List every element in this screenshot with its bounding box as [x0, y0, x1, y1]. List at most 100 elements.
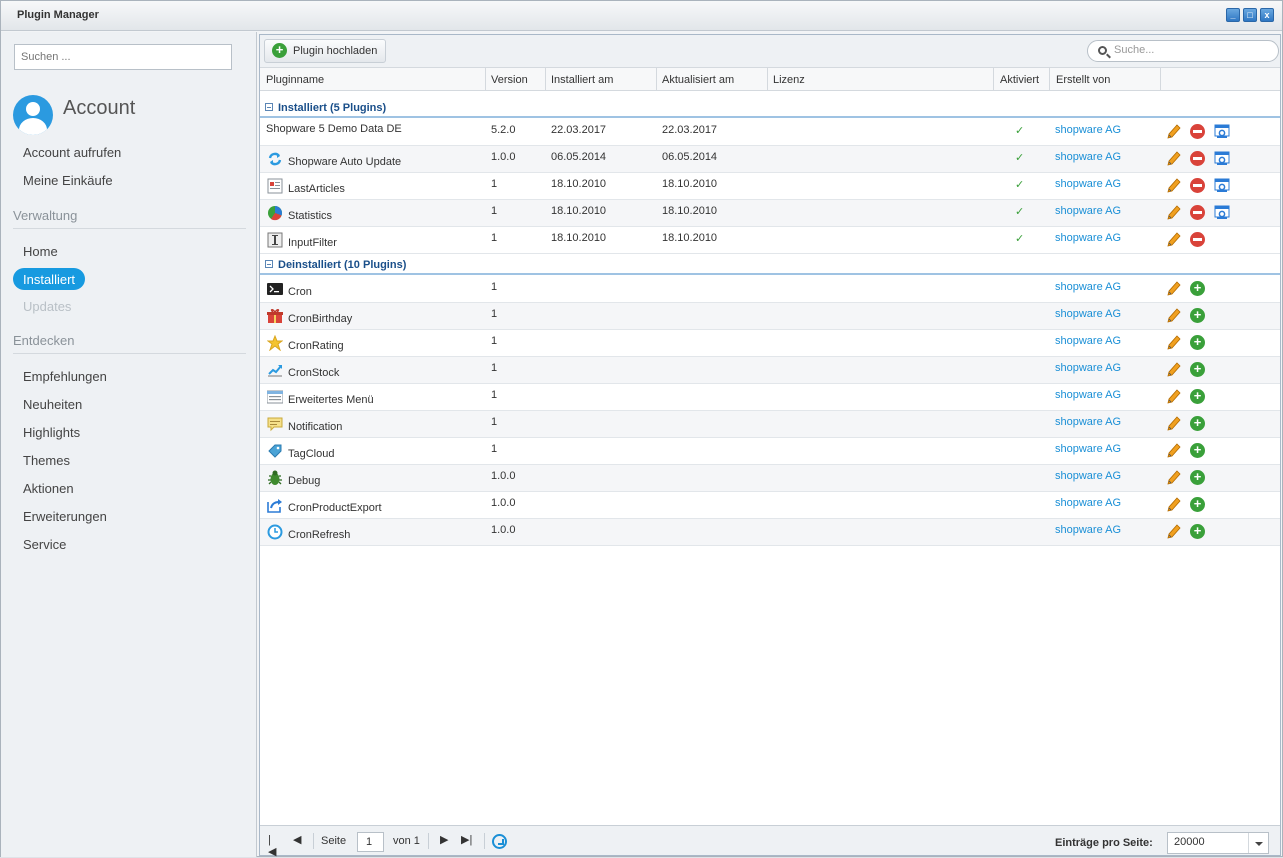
- close-button[interactable]: x: [1260, 8, 1274, 22]
- install-icon[interactable]: +: [1190, 335, 1205, 350]
- edit-pencil-icon[interactable]: [1167, 524, 1181, 540]
- install-icon[interactable]: +: [1190, 524, 1205, 539]
- table-row[interactable]: TagCloud 1 shopware AG +: [260, 438, 1280, 465]
- edit-pencil-icon[interactable]: [1167, 497, 1181, 513]
- edit-pencil-icon[interactable]: [1167, 281, 1181, 297]
- plugin-author-link[interactable]: shopware AG: [1055, 497, 1121, 509]
- install-icon[interactable]: +: [1190, 497, 1205, 512]
- sidebar-item-home[interactable]: Home: [23, 244, 58, 259]
- plugin-author-link[interactable]: shopware AG: [1055, 389, 1121, 401]
- edit-pencil-icon[interactable]: [1167, 232, 1181, 248]
- install-icon[interactable]: +: [1190, 470, 1205, 485]
- install-icon[interactable]: +: [1190, 389, 1205, 404]
- sidebar-item-service[interactable]: Service: [23, 537, 66, 552]
- table-row[interactable]: CronStock 1 shopware AG +: [260, 357, 1280, 384]
- edit-pencil-icon[interactable]: [1167, 443, 1181, 459]
- edit-pencil-icon[interactable]: [1167, 335, 1181, 351]
- reinstall-icon[interactable]: [1214, 150, 1230, 166]
- table-row[interactable]: CronProductExport 1.0.0 shopware AG +: [260, 492, 1280, 519]
- sidebar-item-neuheiten[interactable]: Neuheiten: [23, 397, 82, 412]
- edit-pencil-icon[interactable]: [1167, 308, 1181, 324]
- sidebar-item-highlights[interactable]: Highlights: [23, 425, 80, 440]
- edit-pencil-icon[interactable]: [1167, 470, 1181, 486]
- column-header-version[interactable]: Version: [491, 74, 528, 86]
- install-icon[interactable]: +: [1190, 362, 1205, 377]
- edit-pencil-icon[interactable]: [1167, 205, 1181, 221]
- group-header-installiert[interactable]: Installiert (5 Plugins): [260, 96, 1280, 118]
- plugin-author-link[interactable]: shopware AG: [1055, 308, 1121, 320]
- group-header-deinstalliert[interactable]: Deinstalliert (10 Plugins): [260, 253, 1280, 275]
- table-row[interactable]: Statistics 1 18.10.2010 18.10.2010 ✓ shopware…: [260, 200, 1280, 227]
- edit-pencil-icon[interactable]: [1167, 389, 1181, 405]
- table-row[interactable]: LastArticles 1 18.10.2010 18.10.2010 ✓ shopwa…: [260, 173, 1280, 200]
- last-page-icon[interactable]: ▶|: [461, 834, 472, 846]
- maximize-button[interactable]: □: [1243, 8, 1257, 22]
- column-header-aktiviert[interactable]: Aktiviert: [1000, 74, 1039, 86]
- sidebar-search-input[interactable]: [14, 44, 232, 70]
- table-row[interactable]: CronRefresh 1.0.0 shopware AG +: [260, 519, 1280, 546]
- edit-pencil-icon[interactable]: [1167, 151, 1181, 167]
- collapse-icon[interactable]: [265, 103, 273, 111]
- column-header-erstellt-von[interactable]: Erstellt von: [1056, 74, 1110, 86]
- plugin-author-link[interactable]: shopware AG: [1055, 232, 1121, 244]
- collapse-icon[interactable]: [265, 260, 273, 268]
- column-header-lizenz[interactable]: Lizenz: [773, 74, 805, 86]
- plugin-author-link[interactable]: shopware AG: [1055, 362, 1121, 374]
- sidebar-item-aktionen[interactable]: Aktionen: [23, 481, 74, 496]
- uninstall-icon[interactable]: [1190, 124, 1205, 139]
- refresh-icon[interactable]: [492, 834, 507, 849]
- next-page-icon[interactable]: ▶: [440, 834, 450, 846]
- plugin-author-link[interactable]: shopware AG: [1055, 124, 1121, 136]
- install-icon[interactable]: +: [1190, 308, 1205, 323]
- sidebar-item-themes[interactable]: Themes: [23, 453, 70, 468]
- sidebar-item-installiert[interactable]: Installiert: [13, 268, 85, 290]
- chevron-down-icon[interactable]: [1248, 833, 1268, 853]
- table-row[interactable]: Erweitertes Menü 1 shopware AG +: [260, 384, 1280, 411]
- edit-pencil-icon[interactable]: [1167, 178, 1181, 194]
- plugin-author-link[interactable]: shopware AG: [1055, 281, 1121, 293]
- install-icon[interactable]: +: [1190, 443, 1205, 458]
- sidebar-item-empfehlungen[interactable]: Empfehlungen: [23, 369, 107, 384]
- page-number-input[interactable]: 1: [357, 832, 384, 852]
- sidebar-item-account-aufrufen[interactable]: Account aufrufen: [23, 145, 121, 160]
- prev-page-icon[interactable]: ◀: [293, 834, 303, 846]
- edit-pencil-icon[interactable]: [1167, 362, 1181, 378]
- column-header-installiert-am[interactable]: Installiert am: [551, 74, 613, 86]
- column-header-pluginname[interactable]: Pluginname: [266, 74, 324, 86]
- first-page-icon[interactable]: |◀: [268, 834, 278, 858]
- uninstall-icon[interactable]: [1190, 205, 1205, 220]
- table-row[interactable]: Shopware Auto Update 1.0.0 06.05.2014 06.05…: [260, 146, 1280, 173]
- edit-pencil-icon[interactable]: [1167, 124, 1181, 140]
- table-row[interactable]: Notification 1 shopware AG +: [260, 411, 1280, 438]
- reinstall-icon[interactable]: [1214, 123, 1230, 139]
- reinstall-icon[interactable]: [1214, 177, 1230, 193]
- plugin-author-link[interactable]: shopware AG: [1055, 335, 1121, 347]
- column-header-aktualisiert-am[interactable]: Aktualisiert am: [662, 74, 734, 86]
- sidebar-item-meine-einkaeufe[interactable]: Meine Einkäufe: [23, 173, 113, 188]
- uninstall-icon[interactable]: [1190, 178, 1205, 193]
- plugin-author-link[interactable]: shopware AG: [1055, 470, 1121, 482]
- table-row[interactable]: InputFilter 1 18.10.2010 18.10.2010 ✓ shopwar…: [260, 227, 1280, 254]
- table-row[interactable]: Debug 1.0.0 shopware AG +: [260, 465, 1280, 492]
- uninstall-icon[interactable]: [1190, 232, 1205, 247]
- plugin-search-input[interactable]: Suche...: [1087, 40, 1279, 62]
- sidebar-item-erweiterungen[interactable]: Erweiterungen: [23, 509, 107, 524]
- install-icon[interactable]: +: [1190, 416, 1205, 431]
- table-row[interactable]: CronRating 1 shopware AG +: [260, 330, 1280, 357]
- plugin-author-link[interactable]: shopware AG: [1055, 524, 1121, 536]
- plugin-author-link[interactable]: shopware AG: [1055, 205, 1121, 217]
- plugin-author-link[interactable]: shopware AG: [1055, 151, 1121, 163]
- reinstall-icon[interactable]: [1214, 204, 1230, 220]
- plugin-author-link[interactable]: shopware AG: [1055, 178, 1121, 190]
- edit-pencil-icon[interactable]: [1167, 416, 1181, 432]
- per-page-select[interactable]: 20000: [1167, 832, 1269, 854]
- table-row[interactable]: CronBirthday 1 shopware AG +: [260, 303, 1280, 330]
- plugin-author-link[interactable]: shopware AG: [1055, 443, 1121, 455]
- table-row[interactable]: Cron 1 shopware AG +: [260, 276, 1280, 303]
- sidebar-item-updates[interactable]: Updates: [23, 299, 71, 314]
- uninstall-icon[interactable]: [1190, 151, 1205, 166]
- table-row[interactable]: Shopware 5 Demo Data DE 5.2.0 22.03.2017 22…: [260, 119, 1280, 146]
- install-icon[interactable]: +: [1190, 281, 1205, 296]
- minimize-button[interactable]: _: [1226, 8, 1240, 22]
- plugin-author-link[interactable]: shopware AG: [1055, 416, 1121, 428]
